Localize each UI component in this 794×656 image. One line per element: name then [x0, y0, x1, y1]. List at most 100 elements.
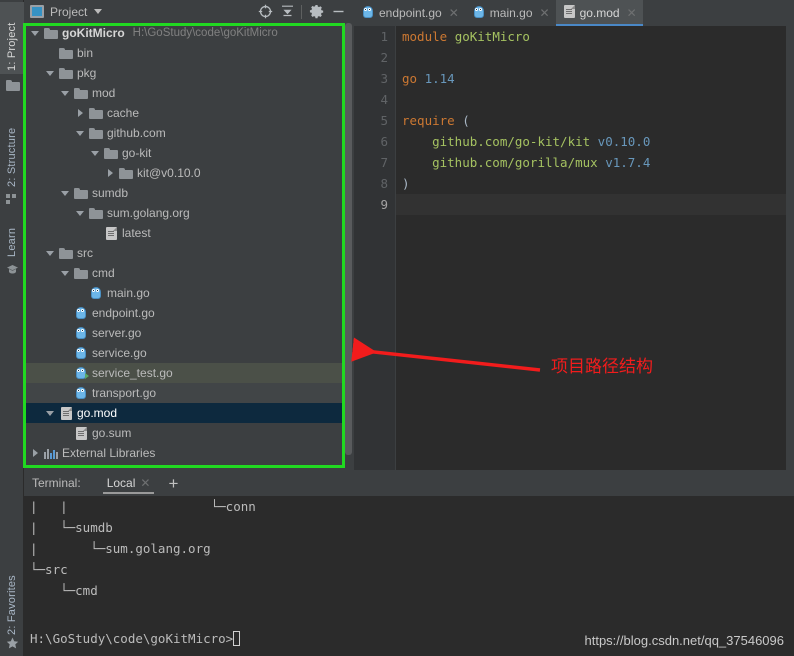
project-panel-title: Project [50, 5, 87, 19]
tree-expand-arrow-down-icon[interactable] [43, 251, 57, 256]
code-line: go 1.14 [396, 68, 794, 89]
editor-tab-bar-filler [643, 0, 794, 26]
sidebar-item-structure[interactable]: 2: Structure [0, 106, 24, 190]
close-icon[interactable]: ✕ [540, 6, 550, 20]
tree-item[interactable]: External Libraries [24, 443, 353, 463]
tree-item[interactable]: cache [24, 103, 353, 123]
tree-item[interactable]: go-kit [24, 143, 353, 163]
tree-item-label: sum.golang.org [107, 206, 190, 220]
collapse-all-icon[interactable] [276, 1, 298, 23]
terminal-tab-local[interactable]: Local ✕ [103, 470, 155, 496]
tree-expand-arrow-down-icon[interactable] [43, 71, 57, 76]
line-number: 5 [354, 110, 396, 131]
close-icon[interactable]: ✕ [627, 6, 637, 20]
terminal-line: | └─sumdb [24, 517, 794, 538]
code-token: github.com/gorilla/mux [402, 155, 605, 170]
code-editor: endpoint.go✕main.go✕go.mod✕ 123456789 mo… [354, 0, 794, 470]
tree-item[interactable]: service_test.go [24, 363, 353, 383]
left-tool-strip: 1: Project 2: Structure Learn 2: Favorit… [0, 0, 24, 656]
line-number: 4 [354, 89, 396, 110]
tree-item[interactable]: github.com [24, 123, 353, 143]
settings-gear-icon[interactable] [305, 1, 327, 23]
sidebar-item-label: Learn [6, 228, 18, 257]
go-file-icon [72, 386, 90, 400]
editor-tab-label: go.mod [580, 6, 620, 20]
folder-icon [57, 248, 75, 259]
line-number: 3 [354, 68, 396, 89]
tree-item[interactable]: transport.go [24, 383, 353, 403]
tree-expand-arrow-right-icon[interactable] [73, 109, 87, 117]
folder-icon [72, 188, 90, 199]
editor-tab[interactable]: go.mod ✕ [556, 0, 643, 26]
code-token: v0.10.0 [598, 134, 651, 149]
tree-item[interactable]: service.go [24, 343, 353, 363]
terminal-panel: Terminal: Local ✕ + | | └─conn| └─sumdb|… [24, 470, 794, 656]
select-opened-file-icon[interactable] [254, 1, 276, 23]
project-panel-header: Project [24, 0, 353, 23]
tree-item[interactable]: sum.golang.org [24, 203, 353, 223]
project-tree-scrollbar[interactable] [344, 23, 353, 470]
editor-tab-label: main.go [490, 6, 533, 20]
folder-icon [57, 68, 75, 79]
terminal-output[interactable]: | | └─conn| └─sumdb| └─sum.golang.org└─s… [24, 496, 794, 656]
folder-icon [87, 128, 105, 139]
structure-icon [5, 192, 19, 206]
sidebar-item-label: 2: Favorites [6, 575, 18, 635]
tree-expand-arrow-down-icon[interactable] [88, 151, 102, 156]
code-line [396, 47, 794, 68]
project-panel-toolbar [254, 0, 349, 23]
folder-icon [87, 208, 105, 219]
tree-item[interactable]: endpoint.go [24, 303, 353, 323]
scrollbar-thumb[interactable] [345, 23, 352, 455]
tree-expand-arrow-down-icon[interactable] [43, 411, 57, 416]
project-tree[interactable]: goKitMicroH:\GoStudy\code\goKitMicrobin p… [24, 23, 353, 470]
sidebar-item-project[interactable]: 1: Project [0, 2, 24, 74]
go-file-icon [72, 346, 90, 360]
tree-item[interactable]: pkg [24, 63, 353, 83]
code-token: v1.7.4 [605, 155, 650, 170]
terminal-scrollbar[interactable] [785, 522, 794, 656]
terminal-line: | └─sum.golang.org [24, 538, 794, 559]
code-line [396, 194, 794, 215]
editor-tab[interactable]: endpoint.go✕ [354, 0, 465, 26]
folder-icon [72, 88, 90, 99]
tree-item-label: pkg [77, 66, 96, 80]
line-number: 6 [354, 131, 396, 152]
tree-item[interactable]: cmd [24, 263, 353, 283]
tree-item-label: mod [92, 86, 115, 100]
tree-expand-arrow-right-icon[interactable] [28, 449, 42, 457]
tree-expand-arrow-down-icon[interactable] [28, 31, 42, 36]
tree-item[interactable]: kit@v0.10.0 [24, 163, 353, 183]
tree-expand-arrow-down-icon[interactable] [58, 191, 72, 196]
tree-item[interactable]: src [24, 243, 353, 263]
plus-icon[interactable]: + [168, 475, 178, 492]
hide-panel-icon[interactable] [327, 1, 349, 23]
tree-item[interactable]: bin [24, 43, 353, 63]
tree-expand-arrow-down-icon[interactable] [58, 271, 72, 276]
tree-item[interactable]: go.mod [24, 403, 353, 423]
editor-tab[interactable]: main.go ✕ [465, 0, 556, 26]
sidebar-item-learn[interactable]: Learn [0, 214, 24, 260]
tree-item[interactable]: sumdb [24, 183, 353, 203]
close-icon[interactable]: ✕ [449, 6, 459, 20]
tree-item[interactable]: server.go [24, 323, 353, 343]
tree-expand-arrow-down-icon[interactable] [73, 131, 87, 136]
editor-code-area[interactable]: module goKitMicro go 1.14 require ( gith… [396, 26, 794, 470]
code-token: 1.14 [425, 71, 455, 86]
project-view-icon [30, 5, 44, 18]
tree-expand-arrow-down-icon[interactable] [58, 91, 72, 96]
tree-item[interactable]: main.go [24, 283, 353, 303]
close-icon[interactable]: ✕ [140, 476, 150, 490]
sidebar-item-favorites[interactable]: 2: Favorites [0, 560, 24, 638]
line-number: 1 [354, 26, 396, 47]
code-token: require [402, 113, 462, 128]
code-line: require ( [396, 110, 794, 131]
tree-item[interactable]: latest [24, 223, 353, 243]
chevron-down-icon[interactable] [94, 9, 102, 14]
tree-expand-arrow-right-icon[interactable] [103, 169, 117, 177]
tree-item[interactable]: go.sum [24, 423, 353, 443]
tree-item-label: github.com [107, 126, 166, 140]
tree-item[interactable]: mod [24, 83, 353, 103]
tree-expand-arrow-down-icon[interactable] [73, 211, 87, 216]
tree-item[interactable]: goKitMicroH:\GoStudy\code\goKitMicro [24, 23, 353, 43]
